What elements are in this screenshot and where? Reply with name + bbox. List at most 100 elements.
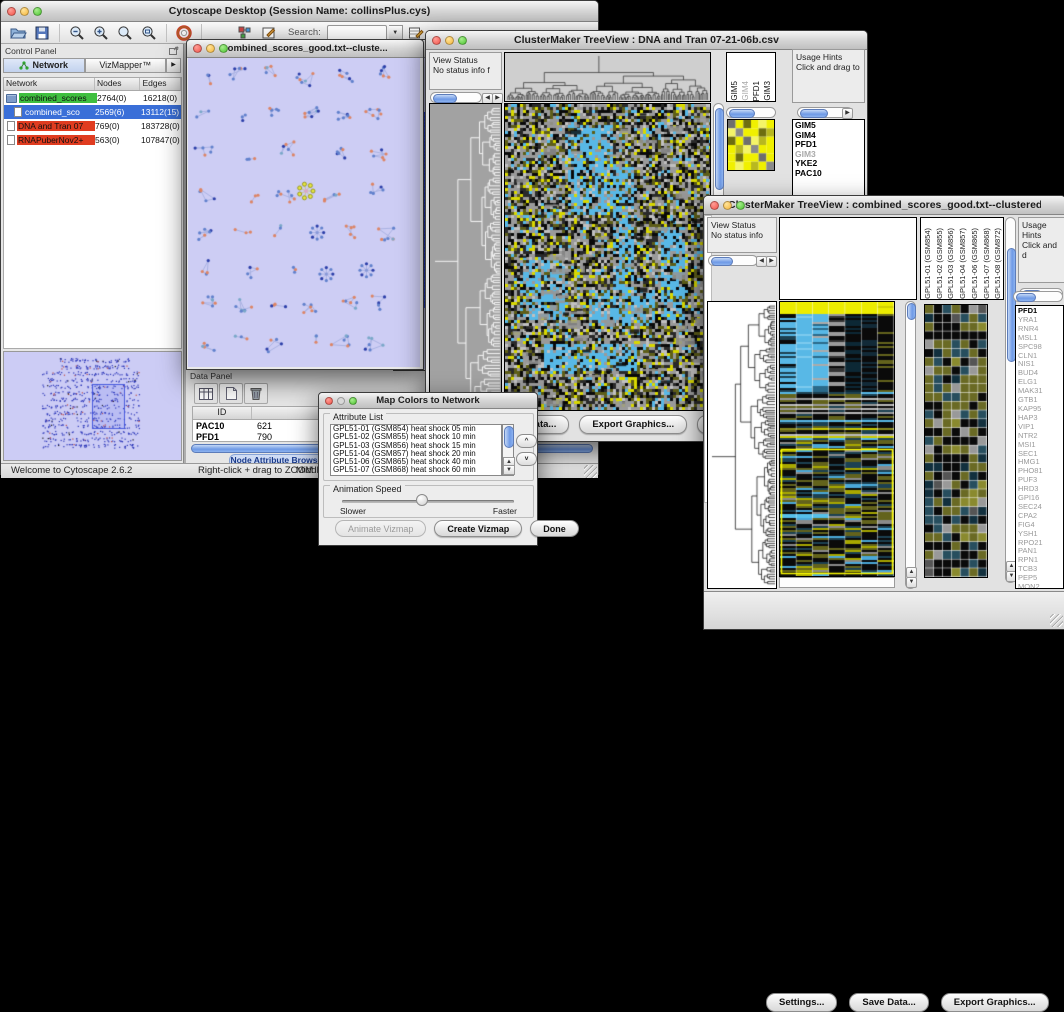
column-label[interactable]: GPL51-04 (GSM857) <box>957 228 969 299</box>
zoom-heatmap[interactable] <box>727 119 775 171</box>
main-title-bar[interactable]: Cytoscape Desktop (Session Name: collins… <box>1 1 598 22</box>
network-list-row[interactable]: combined_scores 2764(0) 16218(0) <box>4 91 181 105</box>
network-name: combined_scores <box>19 93 97 103</box>
network-file-icon <box>7 121 15 131</box>
zoom-out-icon[interactable] <box>66 23 88 43</box>
column-label[interactable]: GPL51-08 (GSM872) <box>992 228 1004 299</box>
minimize-icon[interactable] <box>723 201 732 210</box>
close-icon[interactable] <box>7 7 16 16</box>
gene-list-hscrollbar[interactable] <box>1013 291 1063 302</box>
open-folder-icon[interactable] <box>7 23 29 43</box>
zoom-selected-icon[interactable] <box>138 23 160 43</box>
column-label[interactable]: GPL51-06 (GSM865) <box>969 228 981 299</box>
minimize-icon[interactable] <box>206 44 215 53</box>
close-icon[interactable] <box>325 397 333 405</box>
main-heatmap[interactable] <box>779 301 895 577</box>
zoom-window-icon[interactable] <box>458 36 467 45</box>
view-status-title: View Status <box>711 220 773 230</box>
attribute-list-label: Attribute List <box>330 412 386 422</box>
main-heatmap[interactable] <box>504 103 711 411</box>
column-label[interactable]: GPL51-02 (GSM855) <box>934 228 946 299</box>
resize-grip[interactable] <box>1050 614 1063 627</box>
attribute-list[interactable]: GPL51-01 (GSM854) heat shock 05 minGPL51… <box>330 424 502 476</box>
column-dendrogram-area[interactable] <box>779 217 917 300</box>
column-label[interactable]: GIM5 <box>729 81 740 101</box>
network-window-title-bar[interactable]: combined_scores_good.txt--cluste... <box>187 40 423 58</box>
zoom-window-icon[interactable] <box>33 7 42 16</box>
zoom-window-icon[interactable] <box>219 44 228 53</box>
attribute-list-vscrollbar[interactable]: ▲ ▼ <box>502 424 514 476</box>
heatmap-hscrollbar[interactable] <box>779 577 895 588</box>
heatmap-vscrollbar[interactable]: ▲▼ <box>905 301 916 589</box>
column-label[interactable]: PFD1 <box>751 81 762 101</box>
close-icon[interactable] <box>193 44 202 53</box>
minimize-icon[interactable] <box>337 397 345 405</box>
hints-hscrollbar[interactable]: ▶ <box>797 107 853 118</box>
column-label[interactable]: GPL51-03 (GSM856) <box>945 228 957 299</box>
treeview-dna-title-bar[interactable]: ClusterMaker TreeView : DNA and Tran 07-… <box>426 31 867 50</box>
gene-label[interactable]: PAC10 <box>795 169 864 179</box>
tab-overflow-arrow-icon[interactable]: ▶ <box>166 58 181 73</box>
treeview-button[interactable]: Save Data... <box>849 993 928 1012</box>
new-file-icon[interactable] <box>219 383 243 404</box>
trash-icon[interactable] <box>244 383 268 404</box>
close-icon[interactable] <box>432 36 441 45</box>
tab-vizmapper[interactable]: VizMapper™ <box>85 58 167 73</box>
network-list-row[interactable]: DNA and Tran 07 769(0) 183728(0) <box>4 119 181 133</box>
zoom-in-icon[interactable] <box>90 23 112 43</box>
treeview-button[interactable]: Export Graphics... <box>579 415 687 434</box>
desktop: Cytoscape Desktop (Session Name: collins… <box>0 0 1064 633</box>
row-dendrogram[interactable] <box>429 103 502 411</box>
dialog-button[interactable]: Animate Vizmap <box>335 520 426 537</box>
network-view-canvas[interactable] <box>188 58 420 367</box>
attribute-list-item[interactable]: GPL51-07 (GSM868) heat shock 60 min <box>331 466 501 474</box>
resize-grip[interactable] <box>584 465 597 478</box>
table-select-icon[interactable] <box>194 383 218 404</box>
treeview-combined-title: ClusterMaker TreeView : combined_scores_… <box>728 199 1041 211</box>
dialog-button[interactable]: Create Vizmap <box>434 520 522 537</box>
column-label[interactable]: GIM3 <box>762 81 773 101</box>
zoom-window-icon[interactable] <box>736 201 745 210</box>
network-edges-count: 13112(15) <box>141 107 182 117</box>
treeview-button[interactable]: Settings... <box>766 993 837 1012</box>
tab-network[interactable]: Network <box>3 58 85 73</box>
network-table-header[interactable]: Network Nodes Edges <box>4 78 181 91</box>
zoom-fit-icon[interactable] <box>114 23 136 43</box>
zoom-hscrollbar[interactable] <box>726 107 776 118</box>
treeview-combined-title-bar[interactable]: ClusterMaker TreeView : combined_scores_… <box>704 196 1064 215</box>
col-edges[interactable]: Edges <box>140 78 181 90</box>
save-icon[interactable] <box>31 23 53 43</box>
column-dendrogram[interactable] <box>504 52 711 102</box>
float-window-icon[interactable] <box>169 42 179 60</box>
col-id[interactable]: ID <box>193 407 252 419</box>
network-list-row[interactable]: combined_sco 2569(6) 13112(15) <box>4 105 181 119</box>
move-up-button[interactable]: ^ <box>516 434 537 448</box>
column-labels: GPL51-01 (GSM854)GPL51-02 (GSM855)GPL51-… <box>920 217 1004 300</box>
column-label[interactable]: GPL51-07 (GSM868) <box>981 228 993 299</box>
row-dendrogram[interactable] <box>707 301 777 589</box>
close-icon[interactable] <box>710 201 719 210</box>
move-down-button[interactable]: v <box>516 452 537 466</box>
view-status-title: View Status <box>433 55 498 65</box>
zoom-heatmap[interactable] <box>924 304 988 578</box>
col-network[interactable]: Network <box>4 78 95 90</box>
status-welcome: Welcome to Cytoscape 2.6.2 <box>11 465 132 476</box>
status-hscrollbar[interactable]: ◀▶ <box>708 255 758 266</box>
dialog-button[interactable]: Done <box>530 520 579 537</box>
status-hscrollbar[interactable]: ◀▶ <box>430 92 482 103</box>
speed-slider[interactable] <box>342 500 514 503</box>
col-nodes[interactable]: Nodes <box>95 78 141 90</box>
speed-slider-thumb[interactable] <box>416 494 428 506</box>
network-overview-thumbnail[interactable] <box>3 351 182 461</box>
minimize-icon[interactable] <box>445 36 454 45</box>
dialog-title-bar[interactable]: Map Colors to Network <box>319 393 537 409</box>
network-list-row[interactable]: RNAPuberNov2+ 563(0) 107847(0) <box>4 133 181 147</box>
zoom-window-icon[interactable] <box>349 397 357 405</box>
minimize-icon[interactable] <box>20 7 29 16</box>
column-label[interactable]: GPL51-01 (GSM854) <box>922 228 934 299</box>
treeview-button[interactable]: Export Graphics... <box>941 993 1049 1012</box>
column-label[interactable]: YKE2 <box>773 81 776 101</box>
network-edges-count: 107847(0) <box>141 135 182 145</box>
column-label[interactable]: GIM4 <box>740 81 751 101</box>
gene-label[interactable]: MON2 <box>1018 583 1063 589</box>
